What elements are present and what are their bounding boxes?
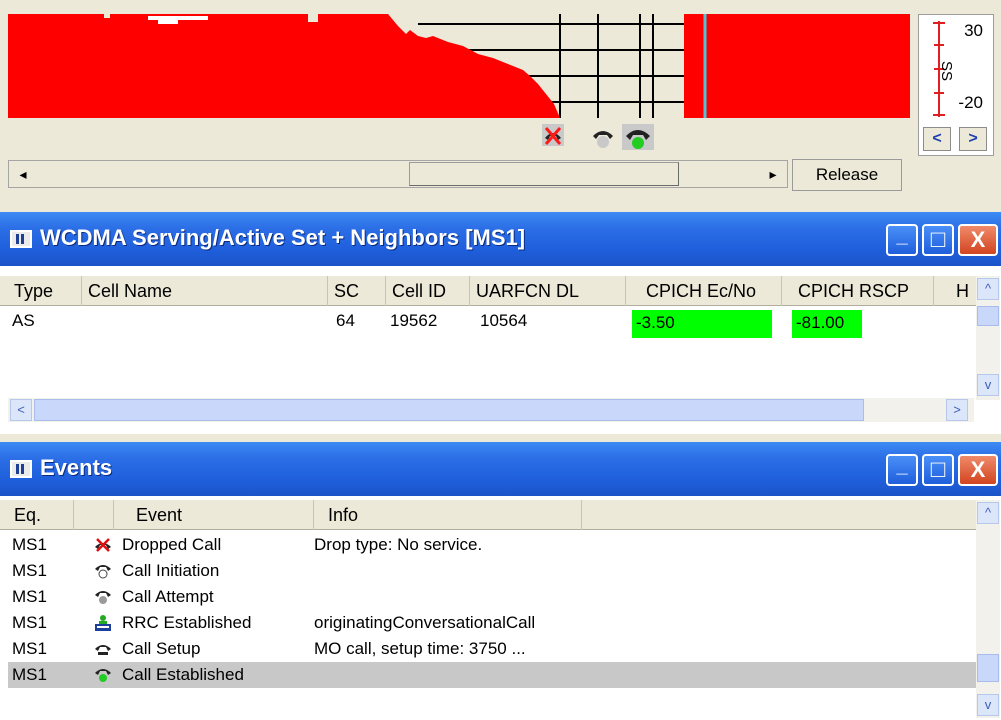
wcdma-vscroll-thumb[interactable] [977, 306, 999, 326]
event-name: Call Setup [122, 639, 201, 658]
event-info: MO call, setup time: 3750 ... [314, 639, 526, 658]
scale-min: -20 [958, 93, 983, 112]
maximize-icon: □ [930, 226, 946, 253]
col-type[interactable]: Type [8, 276, 82, 306]
scroll-left-arrow-icon[interactable]: ◂ [11, 161, 35, 187]
wcdma-title: WCDMA Serving/Active Set + Neighbors [MS… [40, 225, 526, 250]
maximize-icon: □ [930, 456, 946, 483]
event-row[interactable]: MS1 Call Initiation [8, 558, 976, 584]
event-eq: MS1 [12, 561, 47, 580]
event-row-selected[interactable]: MS1 Call Established [8, 662, 976, 688]
dropped-call-icon [95, 538, 111, 552]
window-table-icon [10, 460, 32, 478]
minimize-button[interactable]: _ [886, 224, 918, 256]
event-info: originatingConversationalCall [314, 613, 536, 632]
event-eq: MS1 [12, 613, 47, 632]
signal-chart-panel: 30 SS -20 < > ◂ ▸ Release [0, 0, 1001, 200]
close-icon: X [970, 457, 986, 482]
events-title: Events [40, 455, 113, 480]
event-name: Call Initiation [122, 561, 220, 580]
scroll-right-icon[interactable]: > [946, 399, 968, 421]
wcdma-titlebar[interactable]: WCDMA Serving/Active Set + Neighbors [MS… [0, 212, 1001, 266]
events-titlebar[interactable]: Events _ □ X [0, 442, 1001, 496]
scroll-up-arrow-icon[interactable]: ^ [977, 502, 999, 524]
close-icon: X [970, 227, 986, 252]
event-name: RRC Established [122, 613, 252, 632]
rrc-established-icon [95, 615, 111, 631]
event-eq: MS1 [12, 535, 47, 554]
cell-type: AS [12, 311, 35, 330]
maximize-button[interactable]: □ [922, 454, 954, 486]
maximize-button[interactable]: □ [922, 224, 954, 256]
col-info[interactable]: Info [314, 500, 582, 530]
event-name: Call Established [122, 665, 244, 684]
events-vscroll-thumb[interactable] [977, 654, 999, 682]
event-info: Drop type: No service. [314, 535, 483, 554]
scale-max: 30 [964, 21, 983, 40]
cell-cpich-rscp: -81.00 [792, 310, 862, 338]
signal-chart-svg [8, 14, 910, 150]
call-established-marker-icon [622, 124, 654, 150]
call-initiation-icon [95, 565, 111, 579]
scroll-up-arrow-icon[interactable]: ^ [977, 278, 999, 300]
event-name: Call Attempt [122, 587, 214, 606]
wcdma-vertical-scrollbar[interactable]: ^ v [976, 276, 1000, 400]
events-header-row: Eq. Event Info [0, 500, 976, 530]
col-empty [582, 500, 976, 530]
scale-right-button[interactable]: > [959, 127, 987, 151]
col-uarfcn[interactable]: UARFCN DL [470, 276, 626, 306]
signal-area-right [684, 14, 910, 118]
scroll-right-arrow-icon[interactable]: ▸ [761, 161, 785, 187]
event-eq: MS1 [12, 639, 47, 658]
events-window: Events _ □ X Eq. Event Info MS1 Dropped … [0, 442, 1001, 720]
event-eq: MS1 [12, 665, 47, 684]
event-row[interactable]: MS1 Call Setup MO call, setup time: 3750… [8, 636, 976, 662]
col-cell-name[interactable]: Cell Name [82, 276, 328, 306]
call-established-icon [95, 669, 111, 682]
wcdma-horizontal-scrollbar[interactable]: < > [8, 398, 974, 422]
event-row[interactable]: MS1 Dropped Call Drop type: No service. [8, 532, 976, 558]
col-h[interactable]: H [934, 276, 976, 306]
col-event[interactable]: Event [114, 500, 314, 530]
col-cpich-rscp[interactable]: CPICH RSCP [782, 276, 934, 306]
wcdma-window: WCDMA Serving/Active Set + Neighbors [MS… [0, 212, 1001, 434]
call-attempt-icon [95, 591, 111, 604]
call-attempt-marker-icon [593, 131, 613, 148]
minimize-icon: _ [896, 225, 908, 247]
cell-id: 19562 [390, 311, 438, 330]
wcdma-hscroll-thumb[interactable] [34, 399, 864, 421]
minimize-icon: _ [896, 455, 908, 477]
col-cpich-ecno[interactable]: CPICH Ec/No [626, 276, 782, 306]
minimize-button[interactable]: _ [886, 454, 918, 486]
scroll-left-icon[interactable]: < [10, 399, 32, 421]
event-name: Dropped Call [122, 535, 222, 554]
chart-scroll-thumb[interactable] [409, 162, 679, 186]
col-icon[interactable] [74, 500, 114, 530]
scale-left-button[interactable]: < [923, 127, 951, 151]
wcdma-header-row: Type Cell Name SC Cell ID UARFCN DL CPIC… [0, 276, 976, 306]
col-cell-id[interactable]: Cell ID [386, 276, 470, 306]
signal-chart[interactable] [8, 14, 910, 156]
close-button[interactable]: X [958, 224, 998, 256]
event-row[interactable]: MS1 RRC Established originatingConversat… [8, 610, 976, 636]
scroll-down-arrow-icon[interactable]: v [977, 374, 999, 396]
cell-uarfcn: 10564 [480, 311, 528, 330]
scale-label: SS [938, 61, 955, 82]
scroll-down-arrow-icon[interactable]: v [977, 694, 999, 716]
dropped-call-marker-icon [542, 124, 564, 146]
events-vertical-scrollbar[interactable]: ^ v [976, 500, 1000, 718]
signal-scale: 30 SS -20 < > [918, 14, 994, 156]
cell-cpich-ecno: -3.50 [632, 310, 772, 338]
release-button[interactable]: Release [792, 159, 902, 191]
call-setup-icon [95, 645, 111, 655]
close-button[interactable]: X [958, 454, 998, 486]
window-table-icon [10, 230, 32, 248]
signal-area-left [8, 14, 560, 118]
event-eq: MS1 [12, 587, 47, 606]
cell-sc: 64 [336, 311, 355, 330]
col-eq[interactable]: Eq. [8, 500, 74, 530]
event-row[interactable]: MS1 Call Attempt [8, 584, 976, 610]
col-sc[interactable]: SC [328, 276, 386, 306]
chart-horizontal-scrollbar[interactable]: ◂ ▸ [8, 160, 788, 188]
